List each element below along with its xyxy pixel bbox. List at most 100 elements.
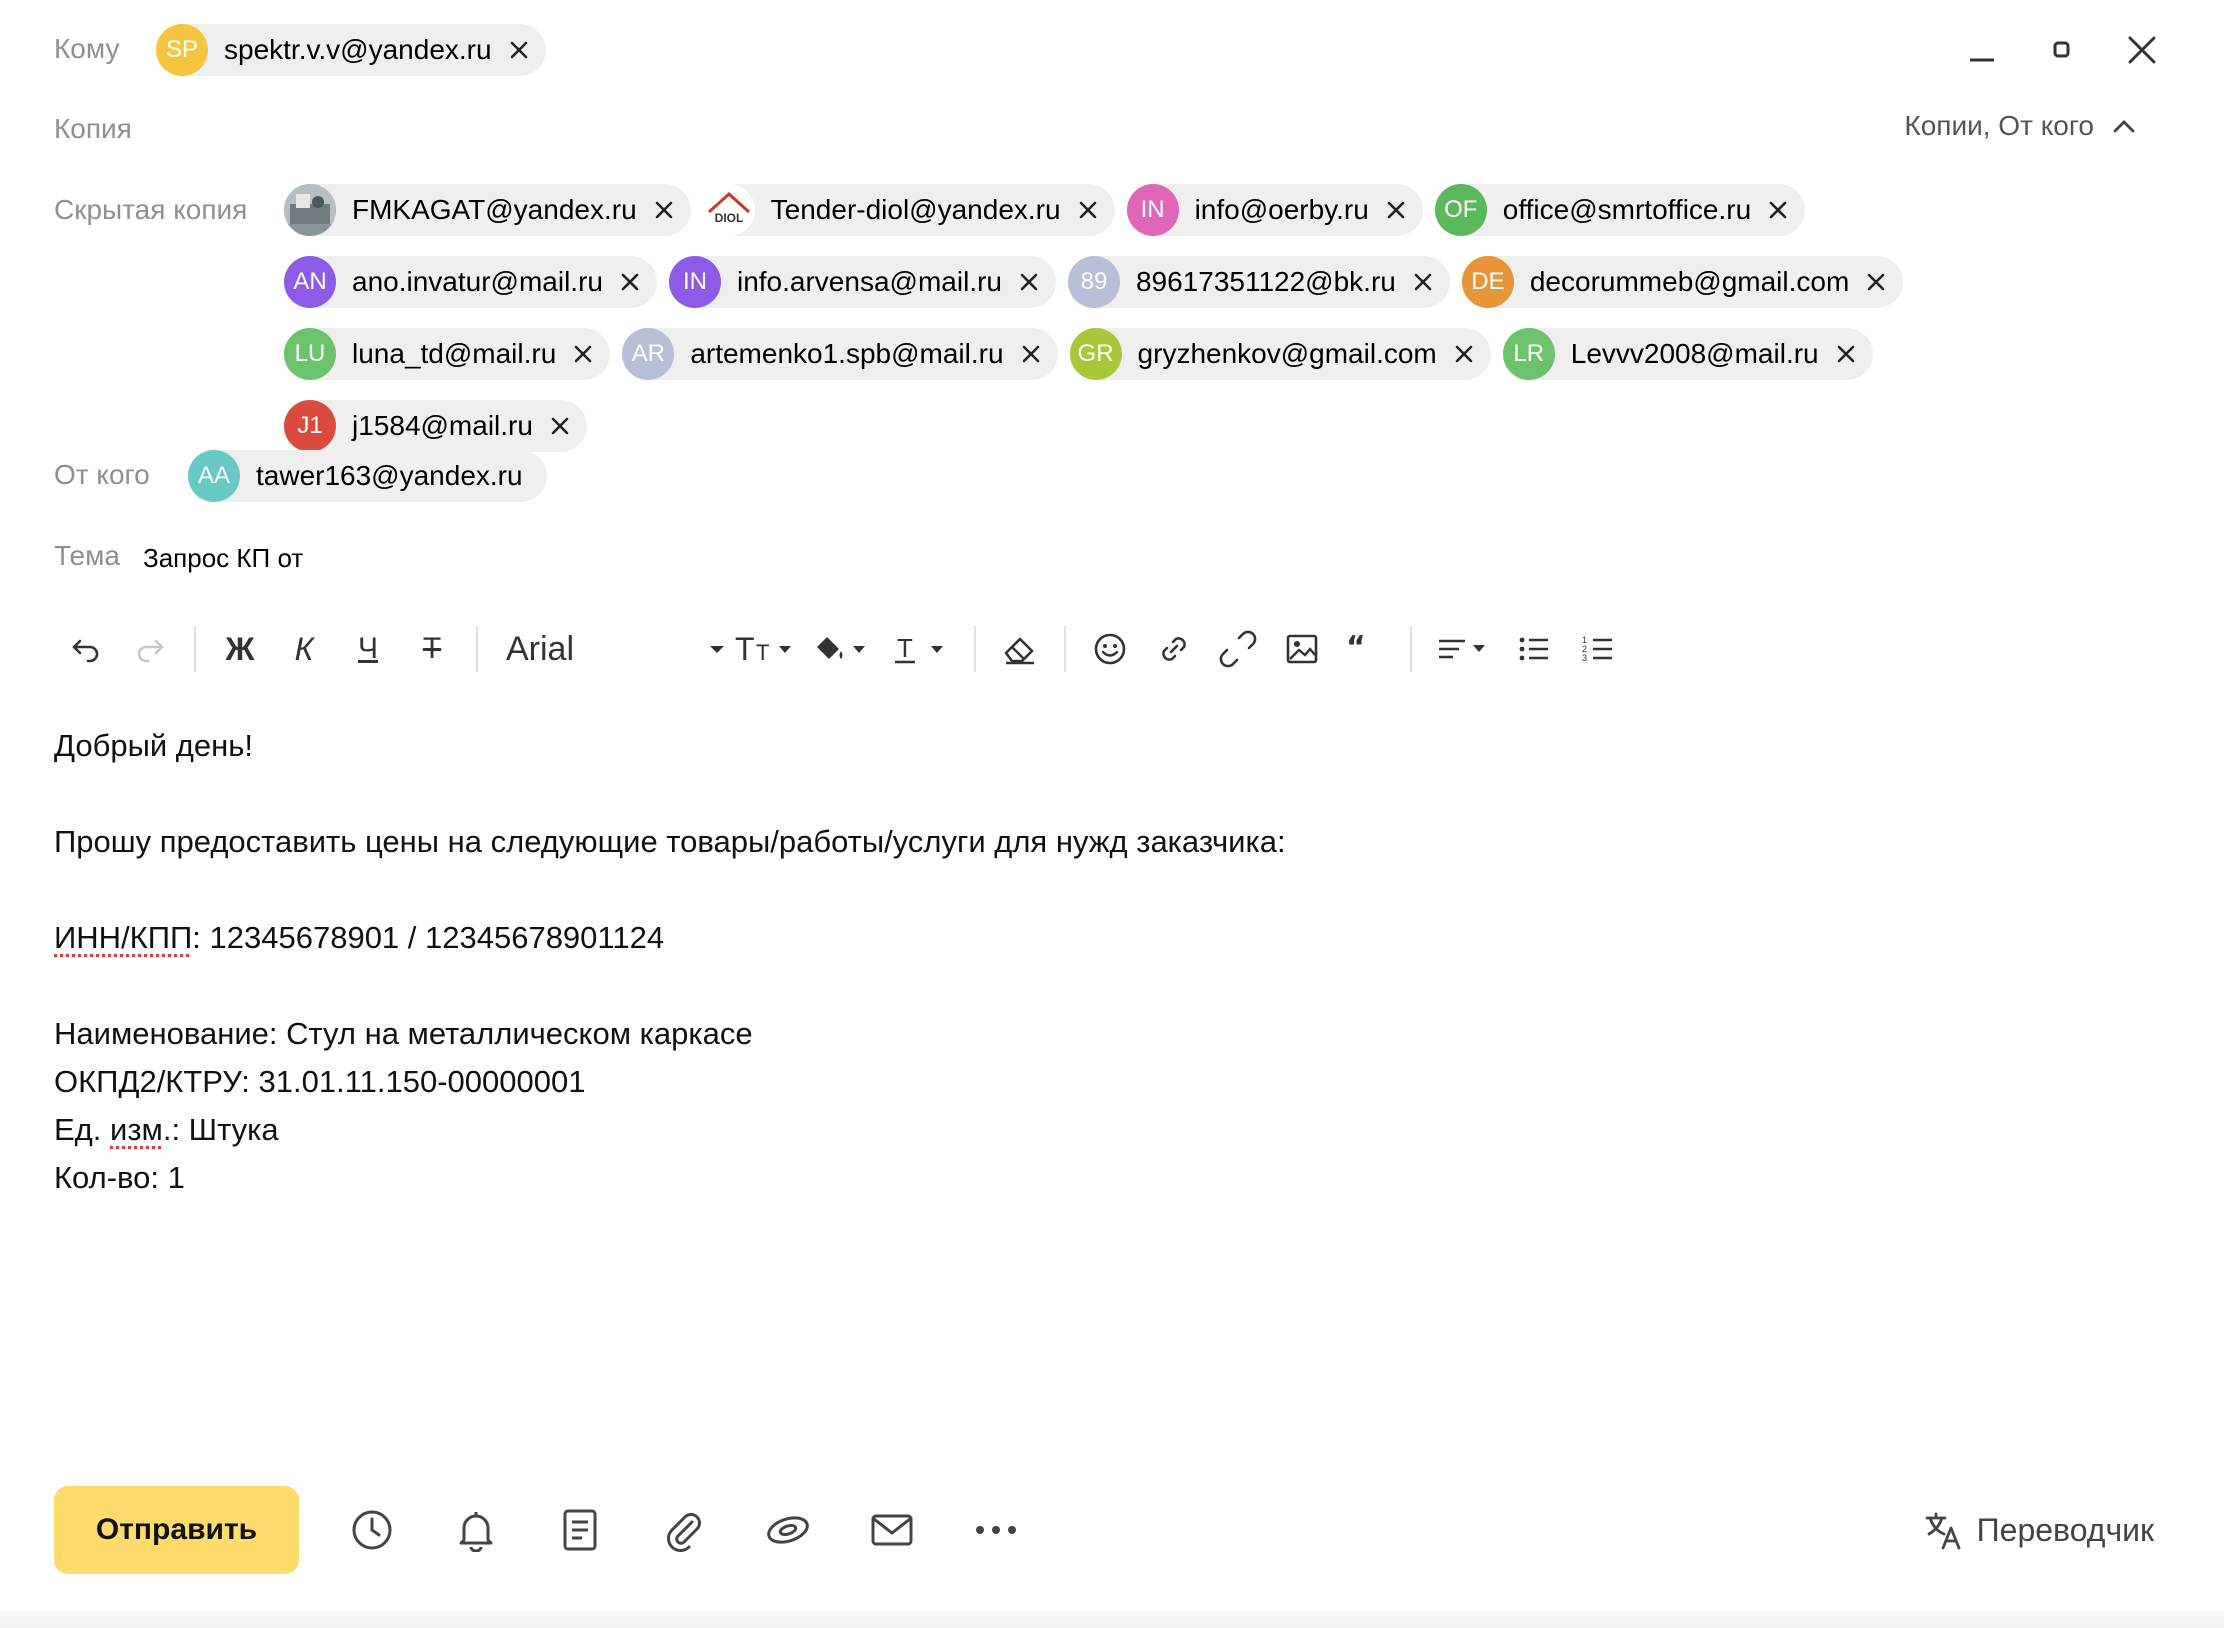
message-body[interactable]: Добрый день! Прошу предоставить цены на … <box>54 722 2154 1202</box>
body-request: Прошу предоставить цены на следующие тов… <box>54 824 1286 859</box>
numbered-list-button[interactable]: 123 <box>1566 618 1630 680</box>
remove-icon <box>575 345 592 363</box>
close-icon <box>2128 36 2156 64</box>
emoji-button[interactable] <box>1078 618 1142 680</box>
recipient-chip[interactable]: IN info@oerby.ru <box>1126 184 1423 236</box>
subject-input[interactable] <box>143 540 2043 576</box>
footer-toolbar <box>320 1486 1048 1574</box>
schedule-send-button[interactable] <box>320 1486 424 1574</box>
underline-button[interactable]: Ч <box>336 618 400 680</box>
remove-recipient-button[interactable] <box>651 197 677 223</box>
clear-format-button[interactable] <box>988 618 1052 680</box>
translator-button[interactable]: Переводчик <box>1923 1508 2154 1552</box>
recipient-chip[interactable]: LU luna_td@mail.ru <box>284 328 611 380</box>
remove-recipient-button[interactable] <box>1765 197 1791 223</box>
formatting-toolbar: Ж К Ч Т Arial TT T “ „ 1 2 3 <box>54 618 1630 680</box>
avatar: J1 <box>284 400 336 452</box>
remove-recipient-button[interactable] <box>1016 269 1042 295</box>
redo-icon <box>137 639 164 663</box>
toolbar-divider <box>476 626 478 672</box>
recipient-chip[interactable]: IN info.arvensa@mail.ru <box>668 256 1056 308</box>
remove-recipient-button[interactable] <box>1833 341 1859 367</box>
undo-button[interactable] <box>54 618 118 680</box>
eraser-icon <box>1004 637 1034 665</box>
recipient-email: info@oerby.ru <box>1194 194 1369 225</box>
recipient-email: ano.invatur@mail.ru <box>352 266 603 297</box>
remove-recipient-button[interactable] <box>1018 341 1044 367</box>
remove-icon <box>1455 345 1473 363</box>
avatar-photo-icon <box>284 184 336 236</box>
svg-text:3: 3 <box>1582 653 1587 663</box>
remove-recipient-button[interactable] <box>1863 269 1889 295</box>
paint-bucket-icon <box>817 637 865 659</box>
svg-text:“: “ <box>1346 633 1366 665</box>
font-size-button[interactable]: TT <box>728 618 806 680</box>
quote-button[interactable]: “„ <box>1334 618 1398 680</box>
bold-button[interactable]: Ж <box>208 618 272 680</box>
text-color-button[interactable]: T <box>884 618 962 680</box>
bulleted-list-button[interactable] <box>1502 618 1566 680</box>
remove-recipient-button[interactable] <box>1451 341 1477 367</box>
body-inn-value: : 12345678901 / 12345678901124 <box>192 920 665 955</box>
recipient-chip[interactable]: J1 j1584@mail.ru <box>284 400 587 452</box>
attach-from-mail-button[interactable] <box>840 1486 944 1574</box>
paperclip-icon <box>667 1513 701 1552</box>
reminder-button[interactable] <box>424 1486 528 1574</box>
attach-from-disk-button[interactable] <box>736 1486 840 1574</box>
remove-recipient-button[interactable] <box>506 37 532 63</box>
close-button[interactable] <box>2122 28 2162 72</box>
to-label: Кому <box>54 33 120 64</box>
unlink-button[interactable] <box>1206 618 1270 680</box>
insert-link-button[interactable] <box>1142 618 1206 680</box>
remove-icon <box>1020 273 1038 291</box>
remove-recipient-button[interactable] <box>1075 197 1101 223</box>
more-actions-button[interactable] <box>944 1486 1048 1574</box>
recipient-chip[interactable]: LR Levvv2008@mail.ru <box>1502 328 1873 380</box>
avatar: 89 <box>1067 256 1120 308</box>
avatar-logo-text: DIOL <box>714 211 743 225</box>
font-family-value: Arial <box>506 629 575 668</box>
remove-recipient-button[interactable] <box>1410 269 1436 295</box>
minimize-button[interactable] <box>1962 28 2002 72</box>
recipient-chip[interactable]: AA tawer163@yandex.ru <box>188 450 547 502</box>
recipient-chip[interactable]: GR gryzhenkov@gmail.com <box>1069 328 1491 380</box>
recipient-chip[interactable]: DIOL Tender-diol@yandex.ru <box>702 184 1115 236</box>
avatar: AA <box>188 450 240 502</box>
spellcheck-word[interactable]: ИНН/КПП <box>54 920 192 955</box>
remove-recipient-button[interactable] <box>570 341 596 367</box>
body-blank-line <box>54 962 2154 1010</box>
templates-button[interactable] <box>528 1486 632 1574</box>
recipient-chip[interactable]: AR artemenko1.spb@mail.ru <box>622 328 1058 380</box>
font-family-select[interactable]: Arial <box>490 618 728 680</box>
more-dots-icon <box>976 1526 1016 1534</box>
remove-recipient-button[interactable] <box>617 269 643 295</box>
remove-recipient-button[interactable] <box>1383 197 1409 223</box>
redo-button[interactable] <box>118 618 182 680</box>
avatar: IN <box>1126 184 1179 236</box>
svg-text:T: T <box>735 633 755 665</box>
recipient-chip[interactable]: OF office@smrtoffice.ru <box>1434 184 1806 236</box>
clock-icon <box>352 1510 392 1550</box>
copies-toggle[interactable]: Копии, От кого <box>1904 110 2136 142</box>
recipient-email: FMKAGAT@yandex.ru <box>352 194 637 225</box>
fill-color-button[interactable] <box>806 618 884 680</box>
remove-recipient-button[interactable] <box>547 413 573 439</box>
maximize-button[interactable] <box>2042 28 2082 72</box>
svg-text:„: „ <box>1364 644 1384 665</box>
recipient-chip[interactable]: DE decorummeb@gmail.com <box>1461 256 1904 308</box>
attach-file-button[interactable] <box>632 1486 736 1574</box>
insert-image-button[interactable] <box>1270 618 1334 680</box>
strikethrough-button[interactable]: Т <box>400 618 464 680</box>
avatar: DIOL <box>702 184 755 236</box>
recipient-chip[interactable]: FMKAGAT@yandex.ru <box>284 184 691 236</box>
recipient-chip[interactable]: AN ano.invatur@mail.ru <box>284 256 657 308</box>
italic-button[interactable]: К <box>272 618 336 680</box>
send-button[interactable]: Отправить <box>54 1486 299 1574</box>
cc-label[interactable]: Копия <box>54 111 132 147</box>
chevron-up-icon <box>2113 120 2135 133</box>
svg-text:T: T <box>756 640 769 665</box>
align-button[interactable] <box>1424 618 1502 680</box>
recipient-chip[interactable]: 89 89617351122@bk.ru <box>1067 256 1450 308</box>
spellcheck-word[interactable]: изм <box>110 1112 163 1147</box>
recipient-chip[interactable]: SP spektr.v.v@yandex.ru <box>156 24 546 76</box>
